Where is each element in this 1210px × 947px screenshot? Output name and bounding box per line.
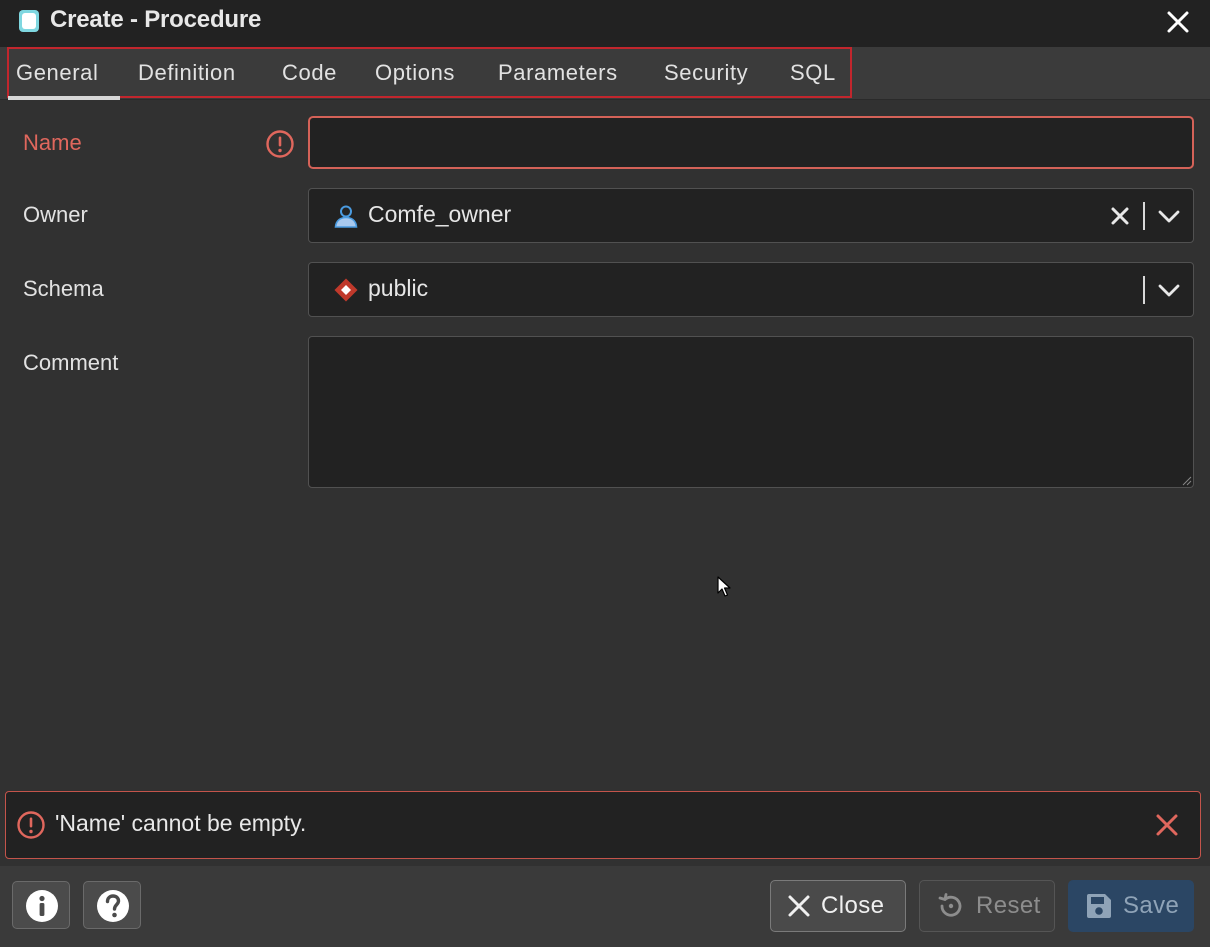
mouse-cursor-icon <box>717 576 731 597</box>
tab-parameters[interactable]: Parameters <box>498 57 618 97</box>
clear-icon[interactable] <box>1109 205 1131 227</box>
schema-label: Schema <box>23 276 104 301</box>
dialog-footer: Close Reset Save <box>0 866 1210 947</box>
chevron-down-icon[interactable] <box>1157 206 1181 226</box>
close-button-label: Close <box>821 892 885 919</box>
select-separator <box>1143 202 1145 230</box>
tab-general[interactable]: General <box>16 57 98 97</box>
comment-textarea[interactable] <box>308 336 1194 488</box>
close-icon[interactable] <box>1164 8 1192 36</box>
save-button-label: Save <box>1123 892 1180 919</box>
reset-icon <box>938 893 962 917</box>
error-message: 'Name' cannot be empty. <box>55 810 307 836</box>
info-button[interactable] <box>12 881 70 929</box>
name-input[interactable] <box>308 116 1194 169</box>
tab-bar: General Definition Code Options Paramete… <box>0 47 1210 100</box>
help-icon <box>97 890 129 922</box>
schema-value: public <box>368 275 429 301</box>
info-icon <box>26 890 58 922</box>
reset-button[interactable]: Reset <box>919 880 1055 932</box>
procedure-icon <box>19 10 39 32</box>
owner-label: Owner <box>23 202 88 227</box>
comment-label: Comment <box>23 350 119 375</box>
dismiss-error-icon[interactable] <box>1154 812 1180 838</box>
owner-value: Comfe_owner <box>368 201 512 227</box>
save-button[interactable]: Save <box>1068 880 1194 932</box>
active-tab-indicator <box>8 96 120 100</box>
help-button[interactable] <box>83 881 141 929</box>
select-separator <box>1143 276 1145 304</box>
owner-select[interactable]: Comfe_owner <box>308 188 1194 243</box>
schema-select[interactable]: public <box>308 262 1194 317</box>
tab-options[interactable]: Options <box>375 57 455 97</box>
user-icon <box>334 205 358 228</box>
tab-security[interactable]: Security <box>664 57 748 97</box>
tab-sql[interactable]: SQL <box>790 57 836 97</box>
tab-code[interactable]: Code <box>282 57 337 97</box>
close-icon <box>788 895 810 917</box>
warning-icon <box>17 811 45 839</box>
resize-grip-icon[interactable] <box>1180 474 1192 486</box>
dialog-titlebar: Create - Procedure <box>0 0 1210 47</box>
save-icon <box>1087 894 1111 918</box>
close-button[interactable]: Close <box>770 880 906 932</box>
error-message-bar: 'Name' cannot be empty. <box>5 791 1201 859</box>
name-label: Name <box>23 130 82 155</box>
chevron-down-icon[interactable] <box>1157 280 1181 300</box>
tab-definition[interactable]: Definition <box>138 57 236 97</box>
reset-button-label: Reset <box>976 892 1041 919</box>
warning-icon <box>266 130 294 158</box>
dialog-title: Create - Procedure <box>50 6 262 33</box>
schema-icon <box>334 278 358 302</box>
